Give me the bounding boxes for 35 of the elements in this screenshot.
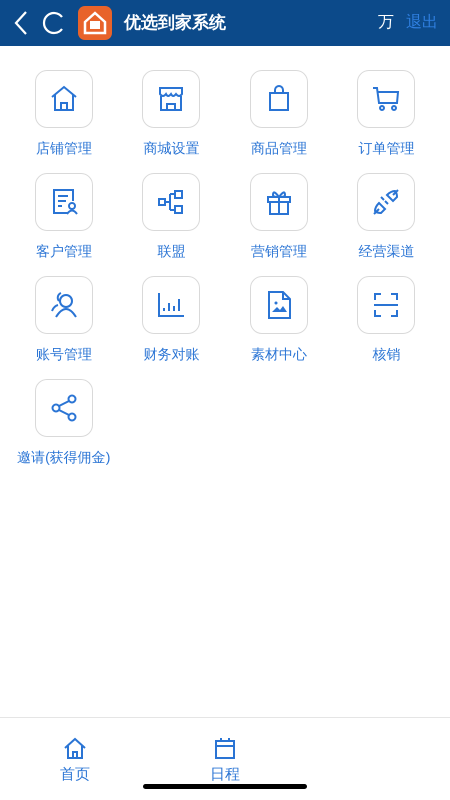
menu-tile[interactable] — [34, 276, 93, 334]
menu-label: 账号管理 — [36, 345, 92, 364]
menu-label: 财务对账 — [143, 345, 200, 364]
menu-tile[interactable] — [34, 379, 93, 437]
app-title: 优选到家系统 — [124, 12, 226, 34]
menu-label: 订单管理 — [358, 139, 414, 158]
calendar-icon — [213, 736, 237, 760]
refresh-icon[interactable] — [42, 11, 66, 35]
menu-tile[interactable] — [357, 70, 416, 128]
menu-label: 素材中心 — [250, 345, 307, 364]
app-logo-icon — [78, 6, 112, 40]
menu-tile[interactable] — [142, 276, 200, 334]
menu-tile[interactable] — [357, 276, 416, 334]
menu-label: 营销管理 — [250, 242, 307, 261]
menu-tile[interactable] — [250, 276, 308, 334]
menu-tile[interactable] — [250, 173, 308, 231]
menu-tile[interactable] — [34, 70, 93, 128]
house-icon — [62, 736, 88, 760]
menu-tile[interactable] — [142, 70, 200, 128]
menu-tile[interactable] — [142, 173, 200, 231]
menu-label: 店铺管理 — [36, 139, 92, 158]
menu-tile[interactable] — [357, 173, 416, 231]
tab-item[interactable]: 首页 — [0, 718, 150, 786]
back-icon[interactable] — [12, 10, 30, 36]
menu-label: 客户管理 — [36, 242, 92, 261]
menu-label: 邀请(获得佣金) — [17, 448, 110, 467]
menu-label: 联盟 — [157, 242, 186, 261]
menu-label: 核销 — [372, 345, 400, 364]
menu-tile[interactable] — [34, 173, 93, 231]
tab-item[interactable]: 日程 — [150, 718, 300, 786]
menu-tile[interactable] — [250, 70, 308, 128]
menu-label: 商品管理 — [250, 139, 307, 158]
user-name: 万 — [378, 13, 394, 33]
menu-label: 商城设置 — [143, 139, 200, 158]
menu-label: 经营渠道 — [358, 242, 414, 261]
